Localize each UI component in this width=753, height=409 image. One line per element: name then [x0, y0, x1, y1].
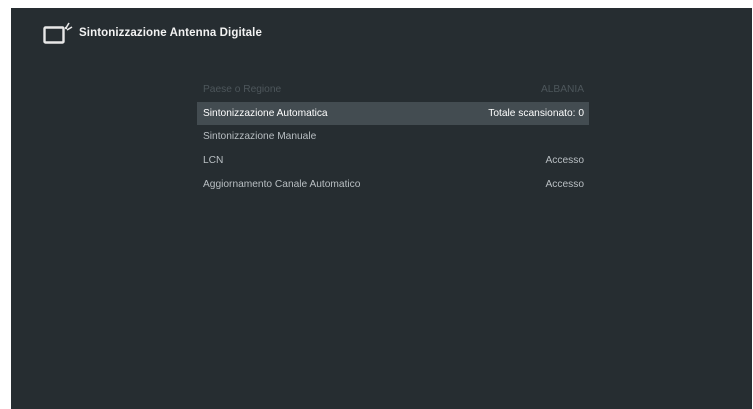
menu-item-value: ALBANIA — [540, 84, 584, 96]
page-header: Sintonizzazione Antenna Digitale — [43, 21, 262, 45]
menu-item-label: Sintonizzazione Automatica — [203, 107, 328, 119]
tv-settings-screen: Sintonizzazione Antenna Digitale Paese o… — [11, 8, 752, 409]
menu-item-value: Accesso — [545, 155, 584, 167]
tuning-menu: Paese o Regione ALBANIA Sintonizzazione … — [197, 78, 589, 196]
menu-item-lcn[interactable]: LCN Accesso — [197, 149, 589, 173]
menu-item-auto-channel-update[interactable]: Aggiornamento Canale Automatico Accesso — [197, 172, 589, 196]
page-title: Sintonizzazione Antenna Digitale — [79, 27, 262, 39]
menu-item-label: Paese o Regione — [203, 84, 282, 96]
menu-item-value: Totale scansionato: 0 — [488, 107, 584, 119]
menu-item-auto-tuning[interactable]: Sintonizzazione Automatica Totale scansi… — [197, 101, 589, 126]
menu-item-label: Sintonizzazione Manuale — [203, 131, 317, 143]
menu-item-manual-tuning[interactable]: Sintonizzazione Manuale — [197, 125, 589, 149]
tv-antenna-icon — [43, 22, 73, 44]
menu-item-country-region: Paese o Regione ALBANIA — [197, 78, 589, 102]
menu-item-value: Accesso — [545, 178, 584, 190]
menu-item-label: Aggiornamento Canale Automatico — [203, 178, 361, 190]
menu-item-label: LCN — [203, 155, 224, 167]
